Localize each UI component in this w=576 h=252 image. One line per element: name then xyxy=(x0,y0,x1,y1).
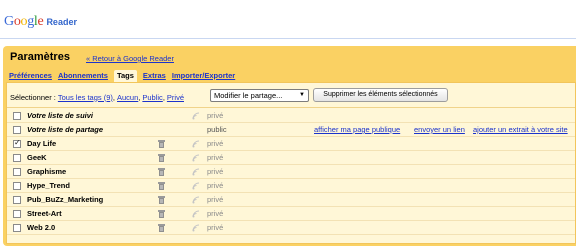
tag-status: privé xyxy=(207,139,224,148)
trash-icon[interactable] xyxy=(158,196,165,204)
share-toggle-icon[interactable] xyxy=(192,181,200,190)
tag-name: Web 2.0 xyxy=(27,223,56,232)
tag-checkbox[interactable] xyxy=(13,112,21,120)
tag-status: privé xyxy=(207,195,224,204)
trash-icon[interactable] xyxy=(158,224,165,232)
tag-name: Pub_BuZz_Marketing xyxy=(27,195,104,204)
share-toggle-icon[interactable] xyxy=(192,139,200,148)
share-toggle-icon[interactable] xyxy=(192,167,200,176)
tag-row: Hype_Trend privé xyxy=(7,179,575,193)
tag-name: Day Life xyxy=(27,139,57,148)
tag-checkbox[interactable] xyxy=(13,126,21,134)
logo-google-text: Google xyxy=(4,14,44,29)
share-toggle-icon[interactable] xyxy=(192,195,200,204)
tag-row: Graphisme privé xyxy=(7,165,575,179)
tag-name: Hype_Trend xyxy=(27,181,70,190)
settings-tabs: Préférences Abonnements Tags Extras Impo… xyxy=(9,70,241,84)
tag-row: Votre liste de suivi privé xyxy=(7,109,575,123)
share-toggle-icon[interactable] xyxy=(192,111,200,120)
tag-row: Street-Art privé xyxy=(7,207,575,221)
page-title: Paramètres xyxy=(10,51,70,63)
tag-row: Votre liste de partage public afficher m… xyxy=(7,123,575,137)
tag-row: Web 2.0 privé xyxy=(7,221,575,235)
settings-panel: Paramètres « Retour à Google Reader Préf… xyxy=(3,46,576,246)
sharing-dropdown-value: Modifier le partage... xyxy=(214,91,283,100)
tag-row: Day Life privé xyxy=(7,137,575,151)
sharing-dropdown[interactable]: Modifier le partage... ▼ xyxy=(210,89,309,102)
chevron-down-icon: ▼ xyxy=(299,92,305,98)
share-toggle-icon[interactable] xyxy=(192,209,200,218)
tag-list: Votre liste de suivi privé Votre liste d… xyxy=(7,109,575,235)
add-clip-link[interactable]: ajouter un extrait à votre site xyxy=(473,125,568,135)
tag-name: Street-Art xyxy=(27,209,62,218)
tag-status: privé xyxy=(207,111,224,120)
tag-name: GeeK xyxy=(27,153,47,162)
tag-name: Votre liste de suivi xyxy=(27,111,93,120)
tag-name: Votre liste de partage xyxy=(27,125,103,134)
select-private-link[interactable]: Privé xyxy=(167,93,184,102)
share-toggle-icon[interactable] xyxy=(192,223,200,232)
select-none-link[interactable]: Aucun xyxy=(117,93,138,102)
google-reader-logo[interactable]: Google Reader xyxy=(4,14,77,34)
select-label: Sélectionner : xyxy=(10,92,56,102)
tag-checkbox[interactable] xyxy=(13,168,21,176)
selection-bar: Sélectionner : Tous les tags (9), Aucun,… xyxy=(10,92,184,102)
tag-checkbox[interactable] xyxy=(13,154,21,162)
view-public-page-link[interactable]: afficher ma page publique xyxy=(314,125,400,135)
trash-icon[interactable] xyxy=(158,182,165,190)
back-to-reader-link[interactable]: « Retour à Google Reader xyxy=(86,54,174,63)
tag-status: public xyxy=(207,125,227,134)
delete-selected-button[interactable]: Supprimer les éléments sélectionnés xyxy=(313,88,448,102)
trash-icon[interactable] xyxy=(158,154,165,162)
tag-checkbox[interactable] xyxy=(13,224,21,232)
tab-extras[interactable]: Extras xyxy=(143,70,166,82)
trash-icon[interactable] xyxy=(158,168,165,176)
tag-checkbox[interactable] xyxy=(13,210,21,218)
tab-import-export[interactable]: Importer/Exporter xyxy=(172,70,235,82)
select-public-link[interactable]: Public xyxy=(142,93,162,102)
tag-checkbox[interactable] xyxy=(13,196,21,204)
tag-checkbox[interactable] xyxy=(13,182,21,190)
share-toggle-icon[interactable] xyxy=(192,153,200,162)
send-link-link[interactable]: envoyer un lien xyxy=(414,125,465,135)
tag-status: privé xyxy=(207,181,224,190)
tags-content: Sélectionner : Tous les tags (9), Aucun,… xyxy=(6,82,576,244)
tag-status: privé xyxy=(207,153,224,162)
tag-row: GeeK privé xyxy=(7,151,575,165)
tag-name: Graphisme xyxy=(27,167,67,176)
tag-checkbox[interactable] xyxy=(13,138,21,148)
logo-reader-text: Reader xyxy=(46,17,77,27)
select-all-link[interactable]: Tous les tags (9) xyxy=(58,93,113,102)
divider xyxy=(7,107,575,108)
tag-row: Pub_BuZz_Marketing privé xyxy=(7,193,575,207)
trash-icon[interactable] xyxy=(158,210,165,218)
tab-subscriptions[interactable]: Abonnements xyxy=(58,70,108,82)
header-divider xyxy=(0,38,576,39)
tag-status: privé xyxy=(207,167,224,176)
tag-status: privé xyxy=(207,223,224,232)
tab-preferences[interactable]: Préférences xyxy=(9,70,52,82)
tag-status: privé xyxy=(207,209,224,218)
trash-icon[interactable] xyxy=(158,140,165,148)
